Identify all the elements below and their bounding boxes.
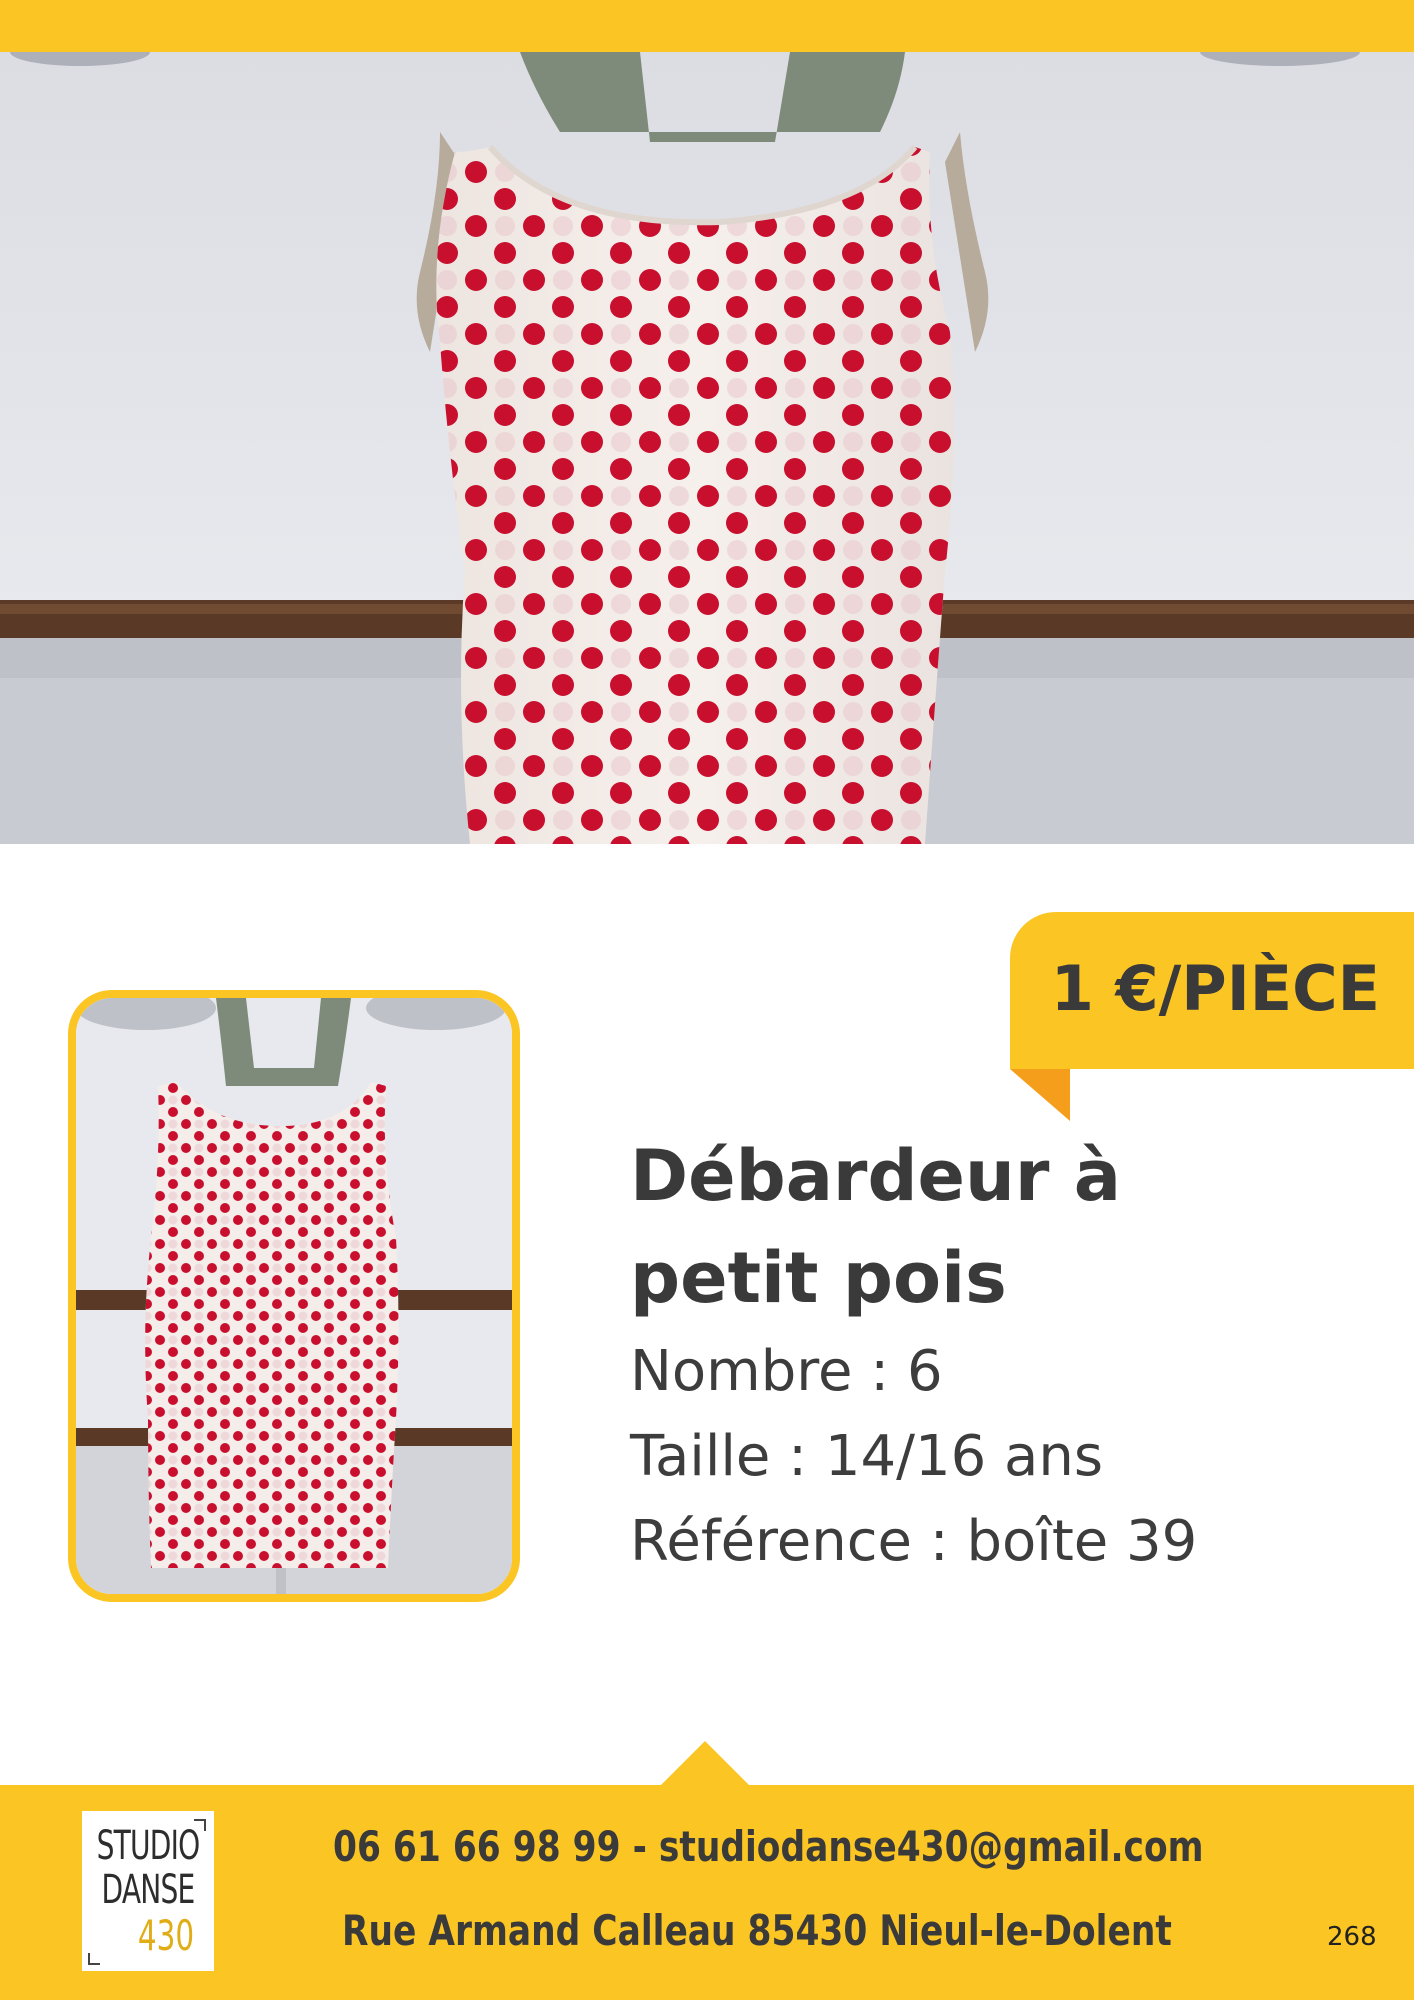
logo-corner-mark bbox=[88, 1953, 100, 1965]
logo-text-danse: DANSE bbox=[101, 1867, 196, 1913]
price-tag: 1 €/PIÈCE bbox=[1010, 912, 1414, 1069]
product-size: Taille : 14/16 ans bbox=[630, 1424, 1104, 1489]
product-info: Débardeur à petit pois Nombre : 6 Taille… bbox=[630, 1125, 1370, 1584]
studio-logo: STUDIO DANSE 430 bbox=[82, 1811, 214, 1971]
contact-phone-email[interactable]: 06 61 66 98 99 - studiodanse430@gmail.co… bbox=[333, 1822, 1204, 1871]
page-number: 268 bbox=[1327, 1922, 1377, 1952]
contact-address: Rue Armand Calleau 85430 Nieul-le-Dolent bbox=[342, 1906, 1172, 1955]
product-thumbnail[interactable] bbox=[68, 990, 520, 1602]
product-title-line2: petit pois bbox=[630, 1237, 1007, 1319]
top-accent-bar bbox=[0, 0, 1414, 52]
logo-text-number: 430 bbox=[137, 1911, 195, 1960]
logo-text-studio: STUDIO bbox=[96, 1823, 201, 1869]
product-reference: Référence : boîte 39 bbox=[630, 1509, 1198, 1574]
footer-notch bbox=[661, 1741, 749, 1785]
hero-product-photo bbox=[0, 52, 1414, 844]
product-quantity: Nombre : 6 bbox=[630, 1339, 943, 1404]
product-title: Débardeur à petit pois bbox=[630, 1125, 1370, 1329]
price-tag-fold bbox=[1010, 1069, 1070, 1121]
product-title-line1: Débardeur à bbox=[630, 1135, 1121, 1217]
price-label: 1 €/PIÈCE bbox=[1050, 952, 1380, 1025]
